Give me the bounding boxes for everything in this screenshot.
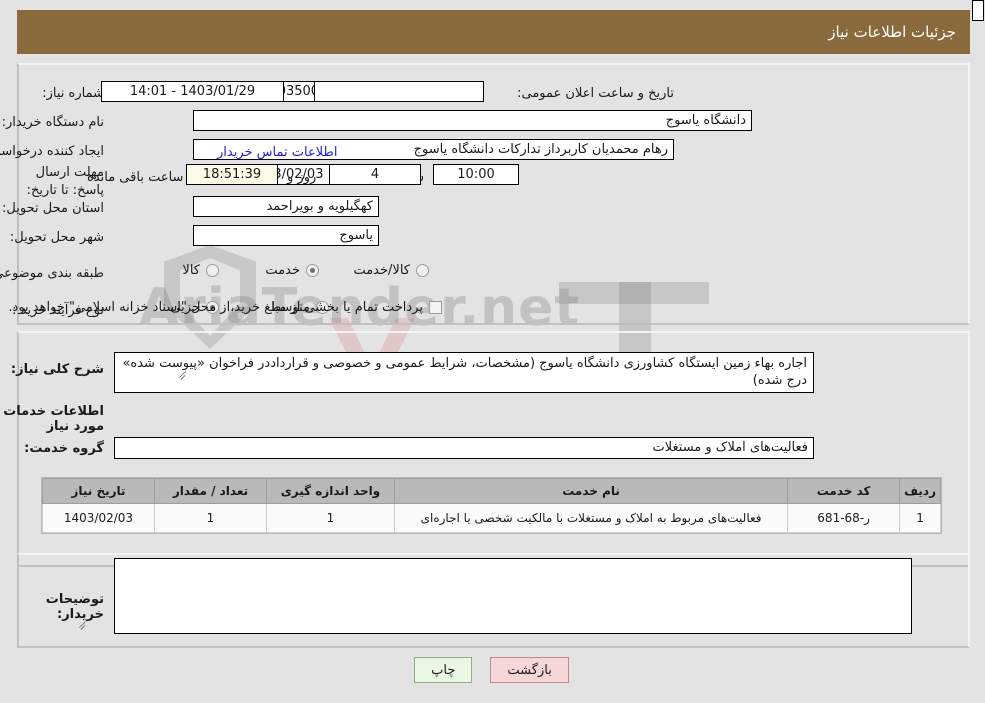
remaining-days-value: 4 — [330, 164, 422, 185]
th-row-no: ردیف — [900, 478, 942, 504]
buyer-contact-link[interactable]: اطلاعات تماس خریدار — [218, 145, 338, 160]
cell-service-name: فعالیت‌های مربوط به املاک و مستغلات با م… — [394, 503, 790, 533]
services-heading: اطلاعات خدمات مورد نیاز — [4, 404, 105, 434]
general-description-resize-grip[interactable] — [178, 372, 188, 382]
th-need-date: تاریخ نیاز — [43, 478, 156, 504]
services-table: ردیف کد خدمت نام خدمت واحد اندازه گیری ت… — [43, 478, 942, 533]
category-option-kala-khedmat-label: کالا/خدمت — [354, 263, 411, 278]
buyer-org-value: دانشگاه یاسوج — [194, 110, 753, 131]
general-description-value[interactable]: اجاره بهاء زمین ایستگاه کشاورزی دانشگاه … — [115, 352, 815, 393]
cell-need-date: 1403/02/03 — [43, 503, 156, 533]
table-header-row: ردیف کد خدمت نام خدمت واحد اندازه گیری ت… — [43, 478, 942, 504]
cell-row-no: 1 — [900, 503, 942, 533]
page-title: جزئیات اطلاعات نیاز — [829, 23, 957, 41]
requester-label: ایجاد کننده درخواست: — [0, 144, 105, 159]
cell-unit: 1 — [267, 503, 396, 533]
treasury-note-option[interactable]: پرداخت تمام یا بخشی از مبلغ خرید،از محل … — [9, 300, 443, 315]
page-header-bar: جزئیات اطلاعات نیاز — [18, 10, 971, 54]
cell-service-code: ر-68-681 — [788, 503, 902, 533]
treasury-checkbox-icon[interactable] — [430, 301, 443, 314]
th-service-code: کد خدمت — [788, 478, 902, 504]
th-quantity: تعداد / مقدار — [155, 478, 268, 504]
buyer-notes-label: توضیحات خریدار: — [46, 592, 105, 622]
page-root: AriaTender.net جزئیات اطلاعات نیاز شماره… — [0, 0, 985, 703]
category-option-khedmat-label: خدمت — [266, 263, 301, 278]
buyer-notes-value[interactable] — [115, 558, 913, 634]
services-table-wrapper: ردیف کد خدمت نام خدمت واحد اندازه گیری ت… — [42, 477, 943, 534]
radio-khedmat-icon[interactable] — [307, 264, 320, 277]
radio-kala-khedmat-icon[interactable] — [417, 264, 430, 277]
category-option-kala[interactable]: کالا — [183, 263, 220, 278]
remaining-days-label: روز و — [288, 170, 318, 185]
city-label: شهر محل تحویل: — [10, 230, 105, 245]
announce-datetime-label: تاریخ و ساعت اعلان عمومی: — [518, 86, 675, 101]
need-info-panel — [18, 63, 971, 325]
treasury-note-label: پرداخت تمام یا بخشی از مبلغ خرید،از محل … — [9, 300, 424, 315]
service-group-label: گروه خدمت: — [25, 441, 105, 456]
service-group-value[interactable]: فعالیت‌های املاک و مستغلات — [115, 437, 815, 459]
back-button[interactable]: بازگشت — [491, 657, 570, 683]
need-number-label: شماره نیاز: — [43, 86, 105, 101]
th-service-name: نام خدمت — [394, 478, 790, 504]
table-row: 1 ر-68-681 فعالیت‌های مربوط به املاک و م… — [43, 503, 942, 533]
action-button-bar: بازگشت چاپ — [0, 657, 985, 683]
remaining-time-value: 18:51:39 — [187, 164, 279, 185]
category-option-kala-khedmat[interactable]: کالا/خدمت — [354, 263, 430, 278]
province-label: استان محل تحویل: — [3, 201, 105, 216]
radio-kala-icon[interactable] — [207, 264, 220, 277]
remaining-time-label: ساعت باقی مانده — [88, 170, 185, 185]
cell-quantity: 1 — [155, 503, 268, 533]
category-option-kala-label: کالا — [183, 263, 201, 278]
announce-datetime-value: 1403/01/29 - 14:01 — [102, 81, 285, 102]
th-unit: واحد اندازه گیری — [267, 478, 396, 504]
category-label: طبقه بندی موضوعی: — [0, 266, 105, 281]
province-value: کهگیلویه و بویراحمد — [194, 196, 380, 217]
buyer-org-label: نام دستگاه خریدار: — [2, 115, 105, 130]
deadline-hour-value: 10:00 — [434, 164, 520, 185]
general-description-label: شرح کلی نیاز: — [11, 362, 105, 377]
buyer-notes-resize-grip[interactable] — [78, 622, 88, 632]
city-value: یاسوج — [194, 225, 380, 246]
print-button[interactable]: چاپ — [415, 657, 474, 683]
category-option-khedmat[interactable]: خدمت — [266, 263, 320, 278]
